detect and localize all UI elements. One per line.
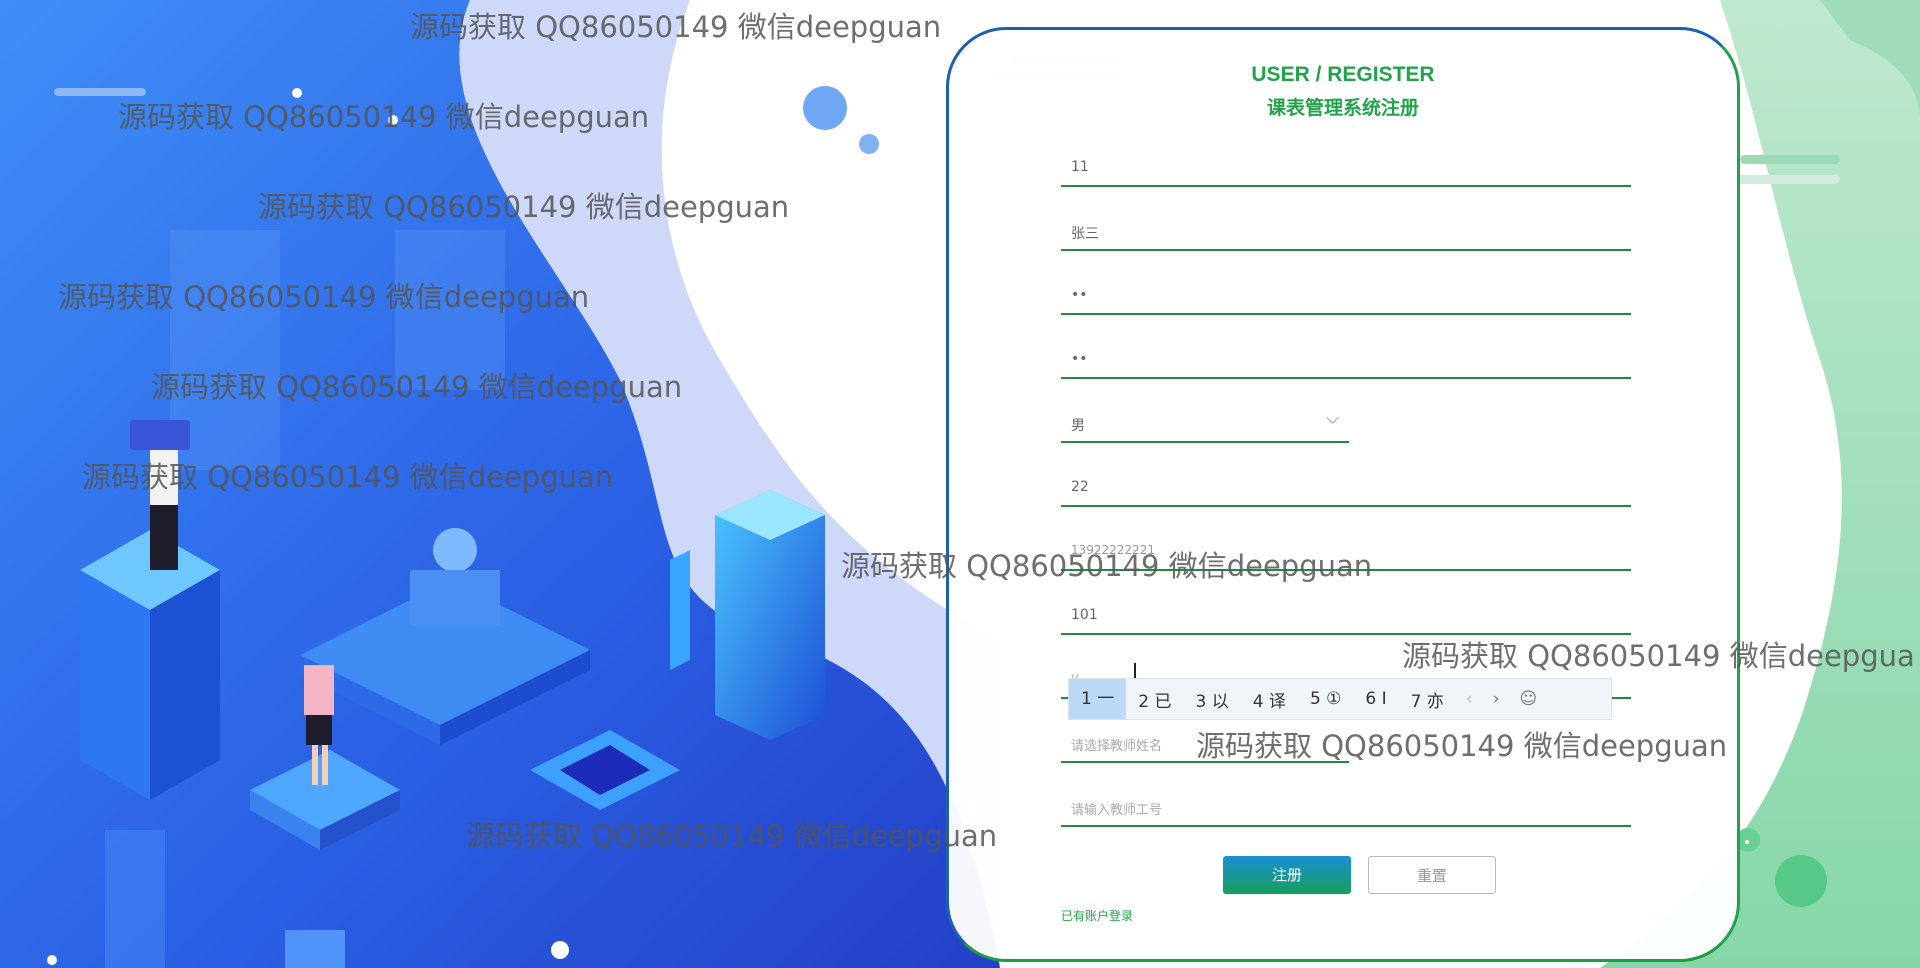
ime-candidate[interactable]: 7 亦 — [1399, 687, 1456, 712]
watermark-text: 源码获取 QQ86050149 微信deepgua — [1402, 639, 1915, 673]
field-password-value: •• — [1071, 287, 1088, 303]
field-confirm-password-value: •• — [1071, 351, 1088, 367]
ime-candidate[interactable]: 5 ① — [1298, 689, 1353, 709]
watermark-text: 源码获取 QQ86050149 微信deepguan — [410, 10, 942, 44]
teacher-id-input[interactable]: 请输入教师工号 — [1061, 785, 1631, 827]
field-confirm-password[interactable]: •• — [1061, 337, 1631, 379]
chevron-right-icon[interactable]: › — [1483, 689, 1510, 709]
ime-candidate[interactable]: 4 译 — [1241, 687, 1298, 712]
field-age[interactable]: 22 — [1061, 465, 1631, 507]
gender-select-value: 男 — [1071, 418, 1085, 434]
watermark-text: 源码获取 QQ86050149 微信deepguan — [1196, 729, 1728, 763]
watermark-text: 源码获取 QQ86050149 微信deepguan — [151, 370, 683, 404]
gender-select[interactable]: 男 — [1061, 401, 1349, 443]
watermark-text: 源码获取 QQ86050149 微信deepguan — [82, 460, 614, 494]
teacher-id-placeholder: 请输入教师工号 — [1071, 803, 1163, 818]
form-title-cn: 课表管理系统注册 — [1266, 97, 1419, 119]
login-link[interactable]: 已有账户登录 — [1061, 907, 1133, 924]
field-account[interactable]: 11 — [1061, 145, 1631, 187]
watermark-text: 源码获取 QQ86050149 微信deepguan — [841, 549, 1373, 583]
field-room[interactable]: 101 — [1061, 593, 1631, 635]
ime-candidate[interactable]: 2 已 — [1126, 687, 1183, 712]
teacher-name-placeholder: 请选择教师姓名 — [1071, 739, 1163, 754]
form-title-en: USER / REGISTER — [1251, 63, 1435, 86]
field-account-value: 11 — [1071, 159, 1089, 175]
watermark-text: 源码获取 QQ86050149 微信deepguan — [258, 190, 790, 224]
smiley-icon[interactable]: ☺ — [1510, 689, 1548, 709]
register-card: USER / REGISTER 课表管理系统注册 11 张三 •• •• 男 2… — [946, 27, 1740, 962]
field-room-value: 101 — [1071, 607, 1098, 623]
watermark-text: 源码获取 QQ86050149 微信deepguan — [58, 280, 590, 314]
chevron-left-icon[interactable]: ‹ — [1456, 689, 1483, 709]
ime-candidate[interactable]: 3 以 — [1183, 687, 1240, 712]
watermark-text: 源码获取 QQ86050149 微信deepguan — [466, 819, 998, 853]
ime-candidate[interactable]: 1 一 — [1069, 679, 1127, 719]
register-button[interactable]: 注册 — [1223, 856, 1351, 894]
chevron-down-icon — [1326, 411, 1339, 424]
field-age-value: 22 — [1071, 479, 1089, 495]
ime-candidate-bar[interactable]: 1 一 2 已 3 以 4 译 5 ① 6 Ⅰ 7 亦 ‹ › ☺ — [1068, 678, 1612, 720]
ime-candidate[interactable]: 6 Ⅰ — [1353, 689, 1398, 709]
watermark-text: 源码获取 QQ86050149 微信deepguan — [118, 100, 650, 134]
reset-button[interactable]: 重置 — [1368, 856, 1496, 894]
field-name-value: 张三 — [1071, 226, 1099, 242]
field-password[interactable]: •• — [1061, 273, 1631, 315]
field-name[interactable]: 张三 — [1061, 209, 1631, 251]
